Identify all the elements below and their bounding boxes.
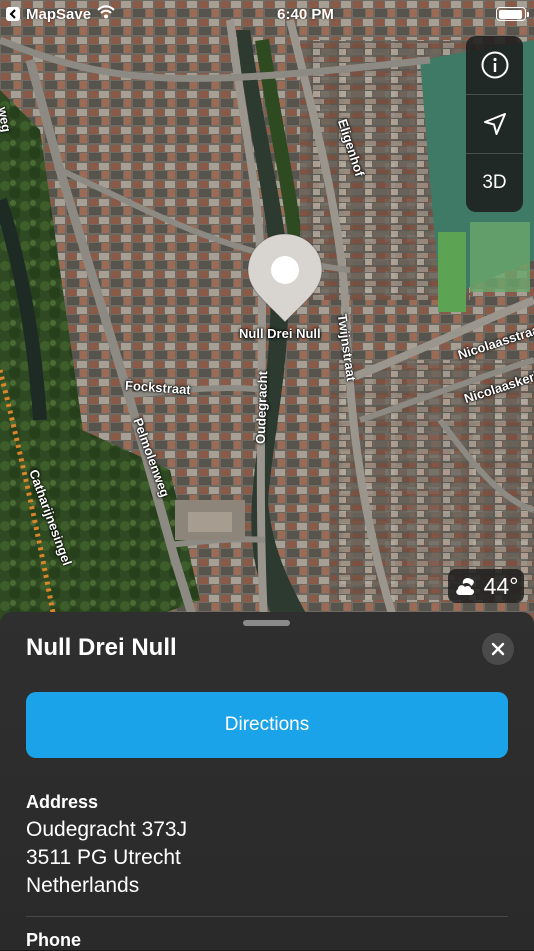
address-line-2[interactable]: 3511 PG Utrecht (26, 846, 181, 870)
info-button[interactable] (466, 36, 523, 95)
track-location-button[interactable] (466, 95, 523, 154)
satellite-map[interactable]: Eligenhof Twijnstraat Nicolaasstraat Nic… (0, 0, 534, 640)
address-label: Address (26, 792, 99, 812)
phone-label: Phone (26, 930, 82, 950)
partly-cloudy-night-icon (455, 578, 474, 595)
info-icon (481, 51, 508, 79)
map-controls: 3D (466, 36, 523, 212)
pin-label: Null Drei Null (239, 326, 321, 341)
back-chevron-icon[interactable] (6, 7, 20, 21)
weather-badge: 44° (448, 569, 524, 603)
wifi-icon (97, 5, 115, 23)
close-button[interactable] (482, 633, 514, 665)
place-title: Null Drei Null (26, 634, 177, 661)
weather-temperature: 44° (483, 572, 519, 599)
road-label-oudegracht: Oudegracht (252, 370, 271, 445)
location-pin[interactable] (246, 232, 324, 324)
section-divider (26, 916, 508, 917)
close-icon (491, 642, 505, 656)
3d-toggle-button[interactable]: 3D (466, 154, 523, 212)
status-time: 6:40 PM (277, 5, 334, 23)
3d-label: 3D (482, 172, 507, 193)
address-line-3[interactable]: Netherlands (26, 874, 139, 898)
battery-icon (496, 7, 529, 21)
location-arrow-icon (483, 113, 506, 135)
address-line-1[interactable]: Oudegracht 373J (26, 818, 187, 842)
back-to-app-label[interactable]: MapSave (26, 6, 91, 23)
place-card: Null Drei Null Directions Address Oudegr… (0, 612, 534, 950)
directions-button[interactable]: Directions (26, 692, 508, 758)
sheet-grabber[interactable] (243, 620, 290, 626)
status-bar: MapSave 6:40 PM (0, 0, 534, 28)
